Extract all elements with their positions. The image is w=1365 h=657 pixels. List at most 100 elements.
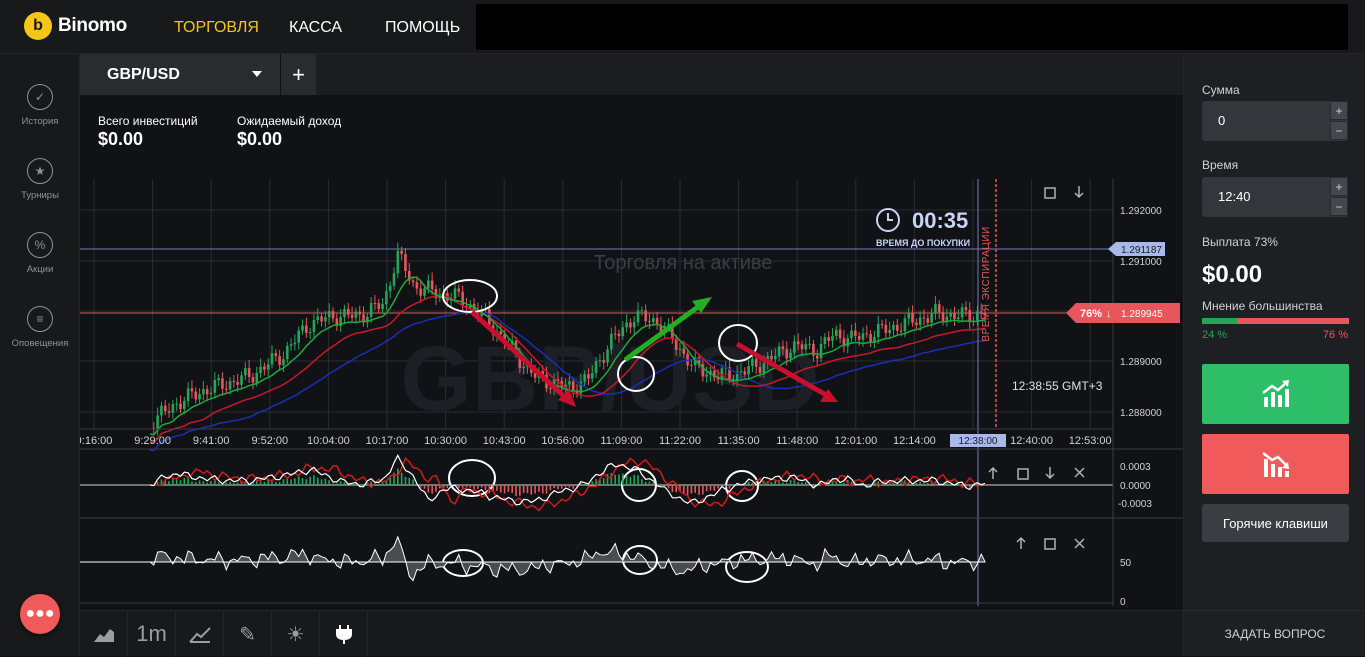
nav-cashier[interactable]: КАССА [289,19,342,37]
sidebar-item-promotions[interactable]: % Акции [0,232,80,275]
candle-body [637,310,640,322]
arrow-up-icon[interactable] [989,468,997,479]
candle-body [316,316,319,320]
candle-body [629,322,632,327]
time-value: 12:40 [1218,189,1251,204]
macd-bar [237,483,239,485]
macd-bar [637,475,639,485]
macd-bar [950,484,952,485]
macd-bar [302,478,304,485]
candle-body [789,353,792,359]
amount-decrement-button[interactable]: − [1330,121,1348,140]
hotkeys-button[interactable]: Горячие клавиши [1202,504,1349,542]
candle-body [385,291,388,304]
macd-bar [618,474,620,485]
candle-body [454,288,457,298]
arrow-down-icon[interactable] [1046,467,1054,478]
current-time-tag: 12:38:00 [950,434,1006,447]
x-tick: 12:14:00 [893,435,936,447]
fullscreen-icon[interactable] [1045,539,1055,549]
candle-body [194,391,197,399]
candle-body [797,341,800,344]
time-label: Время [1202,158,1238,172]
candle-body [778,346,781,356]
candle-body [801,344,804,349]
x-tick: 11:22:00 [659,435,701,447]
timer-label: ВРЕМЯ ДО ПОКУПКИ [876,238,970,248]
candle-body [854,331,857,336]
nav-trading[interactable]: ТОРГОВЛЯ [174,19,259,37]
candle-body [412,281,415,283]
macd-bar [458,485,460,488]
candle-body [888,330,891,333]
arrow-down-icon[interactable] [1075,186,1083,197]
x-tick: 9:52:00 [251,435,288,447]
buy-down-button[interactable] [1202,434,1349,494]
candle-body [690,365,693,366]
candle-body [214,380,217,393]
check-circle-icon: ✓ [27,84,53,110]
macd-bar [805,482,807,485]
candle-body [309,332,312,333]
candle-body [904,318,907,331]
time-decrement-button[interactable]: − [1330,197,1348,216]
candle-body [763,363,766,373]
candle-body [785,349,788,358]
macd-bar [370,481,372,485]
time-field[interactable]: 12:40 + − [1202,177,1348,217]
macd-bar [561,485,563,489]
x-tick: 10:43:00 [483,435,526,447]
brand-logo[interactable]: b Binomo [24,12,127,40]
amount-field[interactable]: 0 + − [1202,101,1348,141]
candle-body [549,388,552,389]
macd-bar [256,481,258,485]
macd-bar [702,485,704,494]
macd-bar [496,485,498,491]
candle-body [179,404,182,409]
close-icon[interactable] [1075,539,1084,548]
indicators-button[interactable] [176,611,224,657]
chat-button[interactable]: ●●● [20,594,60,634]
macd-bar [389,478,391,485]
candle-body [953,313,956,319]
x-tick: 9:29:00 [134,435,171,447]
buy-up-button[interactable] [1202,364,1349,424]
candle-body [923,317,926,318]
timeframe-button[interactable]: 1m [128,611,176,657]
connection-button[interactable] [320,611,368,657]
candle-body [911,313,914,322]
fullscreen-icon[interactable] [1018,469,1028,479]
macd-bar [519,485,521,496]
candle-body [705,375,708,377]
drawing-tools-icon: ✎ [239,622,256,647]
theme-button[interactable]: ☀ [272,611,320,657]
time-increment-button[interactable]: + [1330,177,1348,196]
macd-tick: 0.0000 [1120,481,1151,492]
nav-help[interactable]: ПОМОЩЬ [385,19,460,37]
sidebar-item-tournaments[interactable]: ★ Турниры [0,158,80,201]
fullscreen-icon[interactable] [1045,188,1055,198]
top-bar: b Binomo ТОРГОВЛЯ КАССА ПОМОЩЬ [0,0,1365,54]
price-chart[interactable]: GBP/USD Торговля на активе [80,54,1183,610]
macd-bar [687,485,689,495]
candle-body [172,404,175,413]
x-tick: 11:09:00 [600,435,642,447]
close-icon[interactable] [1075,468,1084,477]
candle-body [900,331,903,332]
sidebar-item-notifications[interactable]: ≡ Оповещения [0,306,80,349]
ask-question-button[interactable]: ЗАДАТЬ ВОПРОС [1184,610,1365,656]
macd-bar [622,474,624,485]
candle-body [583,374,586,381]
macd-bar [264,482,266,485]
percent-icon: % [27,232,53,258]
arrow-up-icon[interactable] [1017,538,1025,549]
macd-bar [206,483,208,485]
chart-type-button[interactable] [80,611,128,657]
drawing-tools-button[interactable]: ✎ [224,611,272,657]
candle-body [248,368,251,377]
candle-body [381,304,384,309]
macd-bar [180,480,182,485]
sidebar-item-history[interactable]: ✓ История [0,84,80,127]
amount-increment-button[interactable]: + [1330,101,1348,120]
candle-body [782,346,785,349]
